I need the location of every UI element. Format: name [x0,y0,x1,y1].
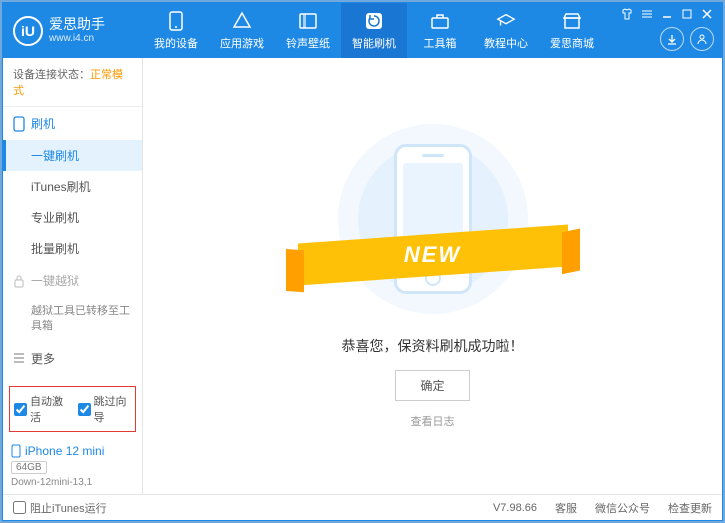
ok-button[interactable]: 确定 [395,370,469,401]
window-controls [612,3,722,58]
apps-icon [232,11,252,31]
titlebar: iU 爱思助手 www.i4.cn 我的设备 应用游戏 铃声壁纸 智能刷机 [3,3,722,58]
nav-store[interactable]: 爱思商城 [539,3,605,58]
sidebar-item-onekey-flash[interactable]: 一键刷机 [3,140,142,171]
sidebar: 设备连接状态：正常模式 刷机 一键刷机 iTunes刷机 专业刷机 批量刷机 一… [3,58,143,494]
checkbox-skip-guide[interactable]: 跳过向导 [78,393,132,425]
version-label: V7.98.66 [493,502,537,514]
status-bar: 阻止iTunes运行 V7.98.66 客服 微信公众号 检查更新 [3,494,722,520]
sidebar-jailbreak-note: 越狱工具已转移至工具箱 [3,297,142,342]
device-identifier: Down-12mini-13,1 [11,477,134,488]
wallpaper-icon [298,11,318,31]
device-panel[interactable]: iPhone 12 mini 64GB Down-12mini-13,1 [3,438,142,494]
nav-ringtone-wallpaper[interactable]: 铃声壁纸 [275,3,341,58]
sidebar-item-batch-flash[interactable]: 批量刷机 [3,233,142,264]
user-icon[interactable] [690,27,714,51]
list-icon [13,352,25,364]
sidebar-group-more[interactable]: 更多 [3,342,142,375]
view-log-link[interactable]: 查看日志 [411,413,455,429]
graduation-icon [496,11,516,31]
main-content: NEW 恭喜您，保资料刷机成功啦！ 确定 查看日志 [143,58,722,494]
brand-url: www.i4.cn [49,33,105,45]
nav-smart-flash[interactable]: 智能刷机 [341,3,407,58]
skin-icon[interactable] [620,7,634,21]
nav-my-device[interactable]: 我的设备 [143,3,209,58]
maximize-icon[interactable] [680,7,694,21]
sidebar-item-itunes-flash[interactable]: iTunes刷机 [3,171,142,202]
check-update-link[interactable]: 检查更新 [668,500,712,516]
new-ribbon: NEW [298,234,568,276]
device-phone-icon [11,444,21,458]
checkbox-auto-activate[interactable]: 自动激活 [14,393,68,425]
support-link[interactable]: 客服 [555,500,577,516]
device-name-label: iPhone 12 mini [25,444,104,458]
success-message: 恭喜您，保资料刷机成功啦！ [342,336,524,356]
checkbox-block-itunes[interactable]: 阻止iTunes运行 [13,500,107,516]
sidebar-group-jailbreak: 一键越狱 [3,264,142,297]
options-box: 自动激活 跳过向导 [9,386,136,432]
success-illustration: NEW [328,124,538,314]
menu-icon[interactable] [640,7,654,21]
sidebar-item-other-tools[interactable]: 其他工具 [3,375,142,380]
lock-icon [13,274,25,288]
connection-status: 设备连接状态：正常模式 [3,58,142,107]
phone-small-icon [13,116,25,132]
brand: iU 爱思助手 www.i4.cn [3,3,143,58]
close-icon[interactable] [700,7,714,21]
device-storage: 64GB [11,461,47,474]
sidebar-group-flash[interactable]: 刷机 [3,107,142,140]
sidebar-item-pro-flash[interactable]: 专业刷机 [3,202,142,233]
brand-logo-icon: iU [13,16,43,46]
nav-toolbox[interactable]: 工具箱 [407,3,473,58]
store-icon [562,11,582,31]
refresh-icon [364,11,384,31]
toolbox-icon [430,11,450,31]
app-window: iU 爱思助手 www.i4.cn 我的设备 应用游戏 铃声壁纸 智能刷机 [2,2,723,521]
wechat-link[interactable]: 微信公众号 [595,500,650,516]
nav-tutorial[interactable]: 教程中心 [473,3,539,58]
nav-apps-games[interactable]: 应用游戏 [209,3,275,58]
phone-icon [166,11,186,31]
minimize-icon[interactable] [660,7,674,21]
download-icon[interactable] [660,27,684,51]
brand-name: 爱思助手 [49,16,105,33]
top-nav: 我的设备 应用游戏 铃声壁纸 智能刷机 工具箱 教程中心 [143,3,612,58]
